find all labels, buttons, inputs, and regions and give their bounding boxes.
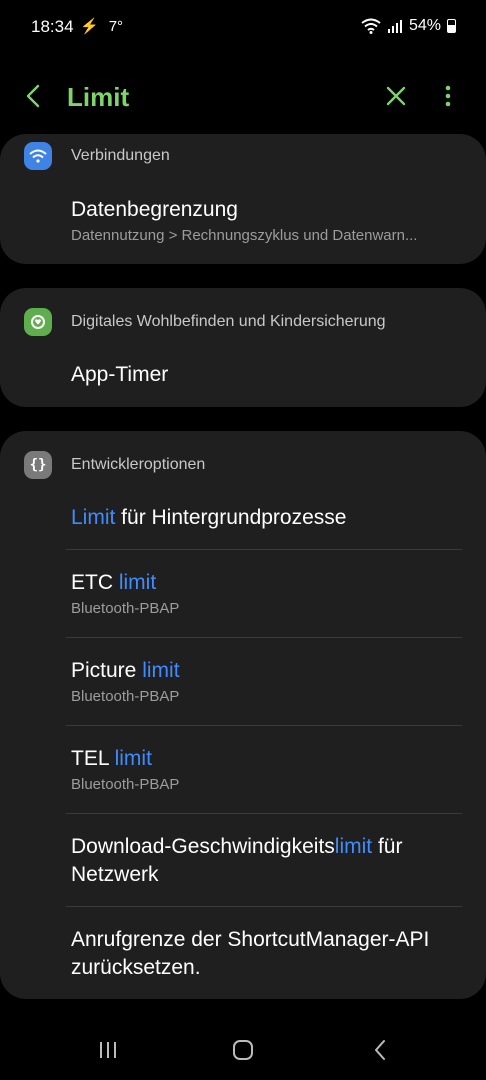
category-label: Digitales Wohlbefinden und Kindersicheru… — [71, 313, 386, 330]
battery-percent: 54% — [408, 17, 441, 34]
app-bar: Limit — [0, 70, 486, 126]
category-label: Entwickleroptionen — [71, 456, 206, 473]
navigation-bar — [0, 1020, 486, 1080]
category-label: Verbindungen — [71, 147, 170, 164]
battery-icon — [447, 19, 456, 33]
download-speed-limit-item[interactable]: Download-Geschwindigkeitslimit für Netzw… — [71, 833, 460, 889]
picture-limit-item[interactable]: Picture limit Bluetooth-PBAP — [71, 657, 460, 705]
divider — [66, 725, 462, 726]
shortcut-manager-reset-item[interactable]: Anrufgrenze der ShortcutManager-API zurü… — [71, 926, 460, 982]
background-process-limit-item[interactable]: Limit für Hintergrundprozesse — [71, 504, 460, 532]
wellbeing-card: Digitales Wohlbefinden und Kindersicheru… — [0, 288, 486, 407]
developer-card: {} Entwickleroptionen Limit für Hintergr… — [0, 431, 486, 999]
chevron-left-icon — [26, 84, 40, 108]
status-temperature: 7° — [108, 17, 124, 35]
divider — [66, 549, 462, 550]
wifi-icon — [361, 18, 381, 34]
data-limit-item[interactable]: Datenbegrenzung Datennutzung > Rechnungs… — [71, 196, 460, 244]
divider — [66, 637, 462, 638]
back-icon — [375, 1040, 385, 1060]
home-icon — [233, 1040, 253, 1060]
divider — [66, 906, 462, 907]
connections-card: Verbindungen Datenbegrenzung Datennutzun… — [0, 134, 486, 264]
status-bar: 18:34 ⚡ 7° 54% — [0, 0, 486, 54]
wifi-category-icon — [24, 142, 52, 170]
developer-category-icon: {} — [24, 451, 52, 479]
more-options-button[interactable] — [432, 80, 464, 112]
recent-apps-button[interactable] — [88, 1030, 128, 1070]
signal-icon — [387, 20, 402, 33]
back-button[interactable] — [18, 80, 50, 112]
recent-apps-icon — [100, 1042, 116, 1058]
status-time: 18:34 — [31, 17, 74, 36]
divider — [66, 813, 462, 814]
close-icon — [386, 86, 406, 106]
tel-limit-item[interactable]: TEL limit Bluetooth-PBAP — [71, 745, 460, 793]
flash-icon: ⚡ — [80, 18, 99, 35]
clear-search-button[interactable] — [380, 80, 412, 112]
wellbeing-category-icon — [24, 308, 52, 336]
page-title: Limit — [67, 82, 130, 112]
etc-limit-item[interactable]: ETC limit Bluetooth-PBAP — [71, 569, 460, 617]
app-timer-item[interactable]: App-Timer — [71, 361, 460, 389]
back-nav-button[interactable] — [360, 1030, 400, 1070]
home-button[interactable] — [223, 1030, 263, 1070]
more-vert-icon — [445, 85, 451, 107]
